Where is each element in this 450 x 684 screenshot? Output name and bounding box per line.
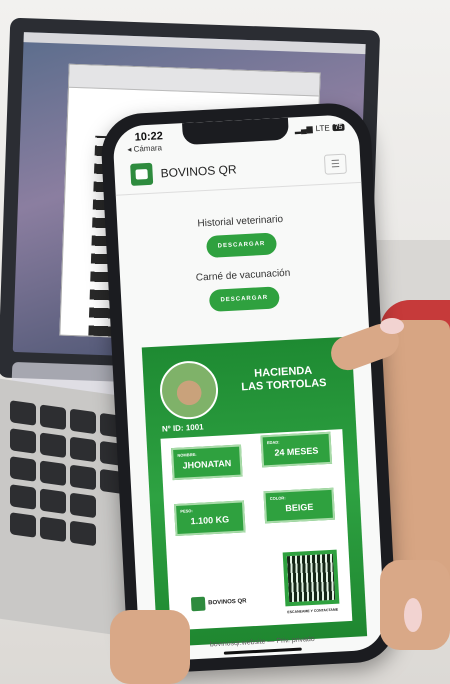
key xyxy=(70,520,96,547)
cow-logo-icon[interactable] xyxy=(130,162,154,186)
key xyxy=(40,516,66,543)
key xyxy=(10,456,36,482)
phone-screen: 10:22 ◂ Cámara ▂▄▆ LTE 75 BOVINOS QR ☰ H… xyxy=(112,113,386,663)
network-label: LTE xyxy=(315,123,330,134)
back-to-camera-link[interactable]: ◂ Cámara xyxy=(127,143,162,154)
key xyxy=(70,464,96,491)
key xyxy=(70,408,96,435)
laptop-menubar xyxy=(23,32,366,55)
qr-caption: ESCANEAME Y CONTACTAME xyxy=(287,607,339,615)
vaccine-card-label: Carné de vacunación xyxy=(195,267,291,284)
thumbnail xyxy=(404,598,422,632)
field-label: PESO: xyxy=(180,508,193,514)
qr-code-icon[interactable] xyxy=(286,553,336,603)
card-brand-label: BOVINOS QR xyxy=(208,598,247,607)
cattle-id-card: HACIENDA LAS TORTOLAS Nº ID: 1001 NOMBRE… xyxy=(141,336,368,648)
photo-scene: 10:22 ◂ Cámara ▂▄▆ LTE 75 BOVINOS QR ☰ H… xyxy=(0,0,450,684)
field-peso: PESO: 1.100 KG xyxy=(173,500,246,537)
cow-photo xyxy=(158,359,220,421)
vet-history-download-button[interactable]: DESCARGAR xyxy=(205,232,278,259)
card-details-panel: NOMBRE: JHONATAN EDAD: 24 MESES PESO: 1.… xyxy=(160,429,353,631)
key xyxy=(40,460,66,487)
signal-icon: ▂▄▆ xyxy=(294,124,313,135)
field-value: BEIGE xyxy=(285,501,314,514)
battery-icon: 75 xyxy=(332,123,345,132)
phone-notch xyxy=(182,117,290,146)
field-label: EDAD: xyxy=(266,439,280,446)
status-time: 10:22 xyxy=(134,130,164,144)
field-label: NOMBRE: xyxy=(177,451,197,458)
field-nombre: NOMBRE: JHONATAN xyxy=(171,444,243,481)
field-edad: EDAD: 24 MESES xyxy=(260,431,333,468)
field-color: COLOR: BEIGE xyxy=(263,487,336,524)
key xyxy=(10,400,36,426)
status-indicators: ▂▄▆ LTE 75 xyxy=(294,123,345,135)
hacienda-name: HACIENDA LAS TORTOLAS xyxy=(223,363,344,395)
vet-history-label: Historial veterinario xyxy=(197,213,284,230)
cow-logo-icon xyxy=(190,596,206,612)
hamburger-icon[interactable]: ☰ xyxy=(323,153,347,175)
window-titlebar xyxy=(68,64,320,97)
finger-left xyxy=(110,610,190,684)
key xyxy=(10,428,36,454)
key xyxy=(10,484,36,510)
field-value: 24 MESES xyxy=(274,445,319,458)
app-title[interactable]: BOVINOS QR xyxy=(160,162,237,180)
home-indicator[interactable] xyxy=(223,647,302,655)
key xyxy=(40,488,66,515)
qr-code-frame[interactable] xyxy=(282,549,340,607)
key xyxy=(10,512,36,538)
field-label: COLOR: xyxy=(269,495,286,502)
key xyxy=(70,436,96,463)
fingernail xyxy=(380,318,404,334)
field-value: JHONATAN xyxy=(182,458,232,471)
vaccine-card-download-button[interactable]: DESCARGAR xyxy=(208,286,280,312)
animal-id: Nº ID: 1001 xyxy=(161,422,204,434)
field-value: 1.100 KG xyxy=(190,514,230,527)
key xyxy=(70,492,96,519)
key xyxy=(40,404,66,431)
key xyxy=(40,432,66,459)
smartphone: 10:22 ◂ Cámara ▂▄▆ LTE 75 BOVINOS QR ☰ H… xyxy=(99,101,399,675)
card-brand: BOVINOS QR xyxy=(190,594,247,612)
